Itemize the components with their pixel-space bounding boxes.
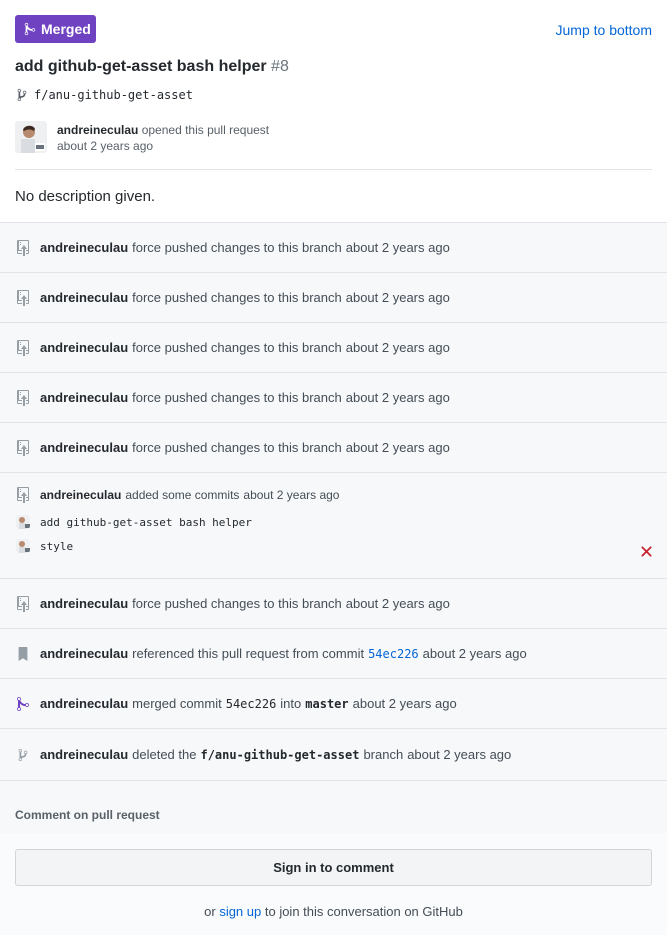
pr-header: Merged Jump to bottom add github-get-ass… xyxy=(0,0,667,223)
event-action: referenced this pull request from commit xyxy=(132,646,365,661)
event-username[interactable]: andreineculau xyxy=(40,488,121,502)
x-icon[interactable] xyxy=(641,545,652,560)
event-action: deleted the xyxy=(132,747,197,762)
git-merge-icon xyxy=(24,22,36,36)
repo-push-icon xyxy=(16,487,30,503)
event-action: force pushed changes to this branch xyxy=(132,340,342,355)
opener-action: opened this pull request xyxy=(141,123,270,137)
event-username[interactable]: andreineculau xyxy=(40,646,128,661)
footer-suffix: to join this conversation on GitHub xyxy=(264,904,463,919)
commit-item: add github-get-asset bash helper xyxy=(16,515,667,529)
git-merge-icon xyxy=(16,696,30,712)
timeline-event-force-push: andreineculau force pushed changes to th… xyxy=(0,222,667,272)
event-action: force pushed changes to this branch xyxy=(132,240,342,255)
timeline-event-merged: andreineculau merged commit 54ec226 into… xyxy=(0,678,667,728)
event-time[interactable]: about 2 years ago xyxy=(346,290,450,305)
branch-ref: f/anu-github-get-asset xyxy=(17,88,193,102)
jump-to-bottom-link[interactable]: Jump to bottom xyxy=(556,22,653,38)
event-time[interactable]: about 2 years ago xyxy=(346,596,450,611)
repo-push-icon xyxy=(16,339,30,356)
repo-push-icon xyxy=(16,239,30,256)
opener-username[interactable]: andreineculau xyxy=(57,123,138,137)
event-time[interactable]: about 2 years ago xyxy=(346,440,450,455)
event-time[interactable]: about 2 years ago xyxy=(243,488,339,502)
event-username[interactable]: andreineculau xyxy=(40,390,128,405)
timeline-event-force-push: andreineculau force pushed changes to th… xyxy=(0,322,667,372)
timeline-event-branch-deleted: andreineculau deleted the f/anu-github-g… xyxy=(0,728,667,780)
event-action: force pushed changes to this branch xyxy=(132,596,342,611)
signup-footer: or sign up to join this conversation on … xyxy=(0,904,667,919)
avatar[interactable] xyxy=(15,121,47,153)
git-branch-icon xyxy=(17,88,27,102)
repo-push-icon xyxy=(16,289,30,306)
event-username[interactable]: andreineculau xyxy=(40,596,128,611)
branch-name[interactable]: f/anu-github-get-asset xyxy=(34,88,193,102)
merged-badge: Merged xyxy=(15,15,96,43)
repo-push-icon xyxy=(16,389,30,406)
event-action: force pushed changes to this branch xyxy=(132,290,342,305)
event-action: force pushed changes to this branch xyxy=(132,440,342,455)
commit-sha[interactable]: 54ec226 xyxy=(226,697,277,711)
sign-in-button[interactable]: Sign in to comment xyxy=(15,849,652,886)
badge-label: Merged xyxy=(41,21,91,37)
repo-push-icon xyxy=(16,595,30,612)
divider xyxy=(15,169,652,170)
timeline-event-commits: andreineculau added some commits about 2… xyxy=(0,472,667,578)
event-time[interactable]: about 2 years ago xyxy=(353,696,457,711)
timeline-event-force-push: andreineculau force pushed changes to th… xyxy=(0,578,667,628)
timeline-event-force-push: andreineculau force pushed changes to th… xyxy=(0,422,667,472)
target-branch[interactable]: master xyxy=(305,697,348,711)
timeline-event-force-push: andreineculau force pushed changes to th… xyxy=(0,372,667,422)
git-branch-icon xyxy=(16,747,30,763)
event-username[interactable]: andreineculau xyxy=(40,440,128,455)
deleted-branch-name: f/anu-github-get-asset xyxy=(200,747,360,762)
commit-message[interactable]: add github-get-asset bash helper xyxy=(40,516,252,529)
page-title: add github-get-asset bash helper #8 xyxy=(15,58,289,76)
timeline: andreineculau force pushed changes to th… xyxy=(0,222,667,780)
opener-info: andreineculau opened this pull request a… xyxy=(15,121,269,154)
sign-up-link[interactable]: sign up xyxy=(219,904,261,919)
pr-number: #8 xyxy=(271,58,289,75)
repo-push-icon xyxy=(16,439,30,456)
event-username[interactable]: andreineculau xyxy=(40,747,128,762)
timeline-event-reference: andreineculau referenced this pull reque… xyxy=(0,628,667,678)
event-time[interactable]: about 2 years ago xyxy=(407,747,511,762)
event-time[interactable]: about 2 years ago xyxy=(346,240,450,255)
commit-item: style xyxy=(16,539,667,553)
avatar[interactable] xyxy=(16,539,30,553)
event-time[interactable]: about 2 years ago xyxy=(346,390,450,405)
avatar[interactable] xyxy=(16,515,30,529)
bookmark-icon xyxy=(16,646,30,662)
event-action: force pushed changes to this branch xyxy=(132,390,342,405)
event-username[interactable]: andreineculau xyxy=(40,290,128,305)
opener-time: about 2 years ago xyxy=(57,139,154,153)
commit-message[interactable]: style xyxy=(40,540,73,553)
pr-title: add github-get-asset bash helper xyxy=(15,58,267,75)
event-time[interactable]: about 2 years ago xyxy=(346,340,450,355)
timeline-event-force-push: andreineculau force pushed changes to th… xyxy=(0,272,667,322)
event-username[interactable]: andreineculau xyxy=(40,340,128,355)
event-time[interactable]: about 2 years ago xyxy=(423,646,527,661)
comment-body: Sign in to comment or sign up to join th… xyxy=(0,833,667,935)
commit-sha-link[interactable]: 54ec226 xyxy=(368,647,419,661)
event-suffix: branch xyxy=(363,747,404,762)
event-username[interactable]: andreineculau xyxy=(40,240,128,255)
footer-prefix: or xyxy=(204,904,216,919)
event-action: added some commits xyxy=(125,488,240,502)
comment-section: Comment on pull request Sign in to comme… xyxy=(0,780,667,935)
event-into: into xyxy=(280,696,302,711)
comment-heading: Comment on pull request xyxy=(15,808,160,822)
pr-description: No description given. xyxy=(15,188,156,205)
event-action: merged commit xyxy=(132,696,222,711)
event-username[interactable]: andreineculau xyxy=(40,696,128,711)
